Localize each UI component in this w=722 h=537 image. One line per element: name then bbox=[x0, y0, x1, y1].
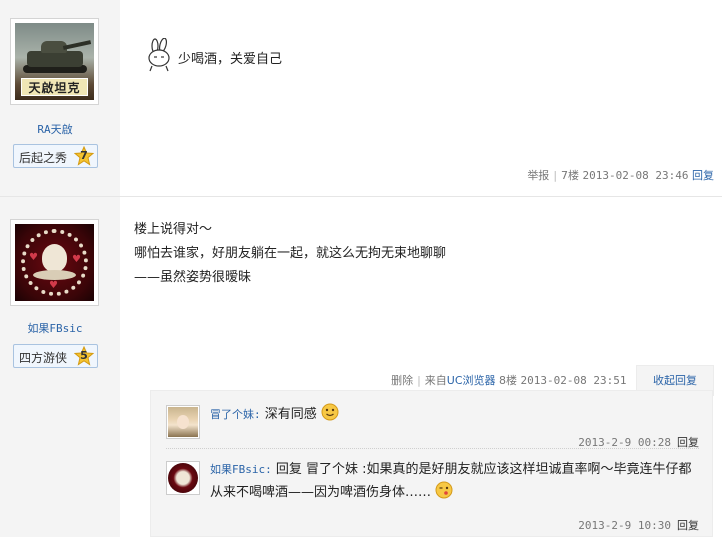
avatar-banner-text: 天啟坦克 bbox=[21, 78, 88, 96]
post-floor-8: ♥ ♥ ♥ 如果FBsic 四方游侠 5 楼上说得对～ 哪怕去谁家，好朋友躺在一… bbox=[0, 197, 722, 537]
author-rank-badge[interactable]: 后起之秀 7 bbox=[13, 144, 98, 168]
author-avatar[interactable]: 天啟坦克 bbox=[10, 18, 99, 105]
post-text-line: ——虽然姿势很暧昧 bbox=[134, 270, 252, 285]
author-avatar[interactable]: ♥ ♥ ♥ bbox=[10, 219, 99, 306]
post-content: 少喝酒，关爱自己 bbox=[134, 37, 283, 72]
rank-level: 5 bbox=[80, 349, 88, 362]
reply-meta: 2013-2-9 00:28 回复 bbox=[578, 434, 699, 450]
post-content: 楼上说得对～ 哪怕去谁家，好朋友躺在一起，就这么无拘无束地聊聊 ——虽然姿势很暧… bbox=[134, 218, 446, 290]
author-rank-badge[interactable]: 四方游侠 5 bbox=[13, 344, 98, 368]
reply-avatar[interactable] bbox=[166, 461, 200, 495]
author-username[interactable]: 如果FBsic bbox=[0, 320, 110, 336]
smile-emoji-icon bbox=[321, 403, 339, 421]
rank-level: 7 bbox=[80, 149, 88, 162]
post-floor-7: 天啟坦克 RA天啟 后起之秀 7 少喝酒，关爱自己 举报|7楼 2013-0 bbox=[0, 0, 722, 197]
delete-link[interactable]: 删除 bbox=[391, 374, 413, 387]
reply-author[interactable]: 冒了个妹: bbox=[210, 408, 261, 421]
reply-reply-link[interactable]: 回复 bbox=[677, 519, 699, 532]
reply-author[interactable]: 如果FBsic: bbox=[210, 463, 272, 476]
reply-meta: 2013-2-9 10:30 回复 bbox=[578, 517, 699, 533]
post-meta: 举报 | 7楼 2013-02-08 23:46 回复 bbox=[527, 169, 714, 182]
post-text-line: 少喝酒，关爱自己 bbox=[178, 52, 283, 67]
reply-text: 深有同感 bbox=[264, 407, 317, 422]
reply-item: 冒了个妹: 深有同感 2013-2-9 00:28 回复 bbox=[166, 403, 699, 449]
source-prefix: 来自 bbox=[424, 374, 447, 387]
rank-title: 后起之秀 bbox=[19, 151, 68, 165]
reply-avatar[interactable] bbox=[166, 405, 200, 439]
author-sidebar: 天啟坦克 RA天啟 后起之秀 7 bbox=[0, 0, 120, 196]
source-app-link[interactable]: UC浏览器 bbox=[447, 374, 496, 387]
star-badge-icon: 7 bbox=[73, 145, 95, 166]
author-sidebar: ♥ ♥ ♥ 如果FBsic 四方游侠 5 bbox=[0, 197, 120, 537]
rabbit-emoticon bbox=[142, 37, 178, 72]
reply-body: 冒了个妹: 深有同感 bbox=[210, 403, 700, 426]
plate-avatar-image: ♥ ♥ ♥ bbox=[15, 224, 94, 301]
floor-number: 8楼 bbox=[499, 374, 518, 387]
reply-reply-link[interactable]: 回复 bbox=[677, 436, 699, 449]
rank-title: 四方游侠 bbox=[19, 351, 68, 365]
star-badge-icon: 5 bbox=[73, 345, 95, 366]
reply-date: 2013-2-9 10:30 bbox=[578, 519, 671, 532]
post-datetime: 2013-02-08 23:51 bbox=[520, 374, 627, 387]
plate-avatar-image bbox=[168, 463, 198, 493]
girl-avatar-image bbox=[168, 407, 198, 437]
author-username[interactable]: RA天啟 bbox=[0, 121, 110, 137]
tank-avatar-image: 天啟坦克 bbox=[15, 23, 94, 100]
floor-number: 7楼 bbox=[561, 169, 580, 182]
kiss-emoji-icon bbox=[435, 481, 453, 499]
report-link[interactable]: 举报 bbox=[527, 169, 549, 182]
reply-thread: 冒了个妹: 深有同感 2013-2-9 00:28 回复 如果FBsic: 回复 … bbox=[150, 390, 713, 537]
post-datetime: 2013-02-08 23:46 bbox=[582, 169, 689, 182]
reply-date: 2013-2-9 00:28 bbox=[578, 436, 671, 449]
reply-body: 如果FBsic: 回复 冒了个妹 :如果真的是好朋友就应该这样坦诚直率啊～毕竟连… bbox=[210, 459, 700, 504]
post-text-line: 哪怕去谁家，好朋友躺在一起，就这么无拘无束地聊聊 bbox=[134, 246, 447, 261]
post-text-line: 楼上说得对～ bbox=[134, 222, 213, 237]
reply-link[interactable]: 回复 bbox=[692, 169, 714, 182]
